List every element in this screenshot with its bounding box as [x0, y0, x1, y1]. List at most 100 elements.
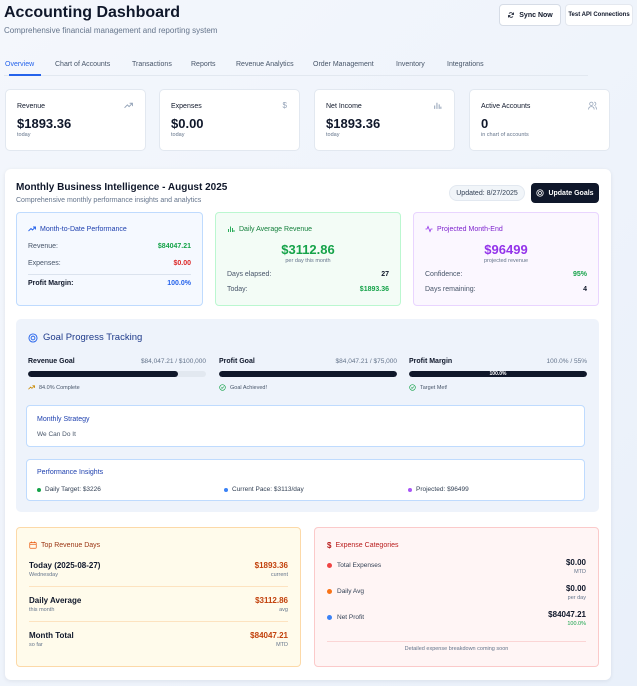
mtd-expenses-label: Expenses: — [28, 260, 61, 267]
tab-revenue-analytics[interactable]: Revenue Analytics — [236, 61, 294, 68]
expense-note: Detailed expense breakdown coming soon — [327, 641, 586, 652]
expense-unit: per day — [567, 595, 586, 601]
top-day-row: Today (2025-08-27) Wednesday $1893.36 cu… — [29, 561, 288, 585]
days-elapsed-row: Days elapsed: 27 — [227, 271, 389, 278]
goal-title-label: Goal Progress Tracking — [43, 332, 143, 343]
expense-title-label: Expense Categories — [335, 542, 399, 549]
dollar-icon: $ — [327, 541, 332, 550]
monthly-strategy-box: Monthly Strategy We Can Do It — [26, 405, 585, 447]
kpi-revenue: Revenue $1893.36 today — [5, 89, 146, 151]
bar-chart-icon — [228, 226, 235, 232]
activity-icon — [425, 225, 433, 233]
refresh-icon — [508, 12, 515, 18]
days-remaining-value: 4 — [583, 286, 587, 293]
daily-title: Daily Average Revenue — [227, 225, 312, 233]
expense-row: Net Profit $84047.21 100.0% — [327, 610, 586, 634]
goal-status: 84.0% Complete — [28, 384, 80, 391]
calendar-icon — [29, 541, 37, 549]
active-tab-indicator — [9, 74, 41, 76]
tab-reports[interactable]: Reports — [191, 61, 216, 68]
row-value: $1893.36 — [254, 561, 288, 570]
kpi-sub: today — [17, 132, 31, 138]
insight-text: Current Pace: $3113/day — [232, 486, 304, 493]
kpi-sub: today — [171, 132, 185, 138]
tab-transactions[interactable]: Transactions — [132, 61, 172, 68]
top-revenue-title: Top Revenue Days — [29, 541, 100, 549]
expense-unit: 100.0% — [567, 621, 586, 627]
expense-label-text: Total Expenses — [337, 562, 382, 569]
days-elapsed-label: Days elapsed: — [227, 271, 272, 278]
goal-status-label: Target Met! — [420, 384, 448, 391]
update-goals-button[interactable]: Update Goals — [531, 183, 599, 203]
mtd-margin-label: Profit Margin: — [28, 280, 74, 287]
bi-title: Monthly Business Intelligence - August 2… — [16, 182, 228, 193]
performance-insights-box: Performance Insights Daily Target: $3226… — [26, 459, 585, 501]
tab-overview[interactable]: Overview — [5, 61, 34, 68]
expense-title: $ Expense Categories — [327, 541, 399, 550]
trending-up-icon — [124, 101, 133, 112]
row-label: Daily Average — [29, 596, 82, 605]
page-header: Accounting Dashboard Comprehensive finan… — [4, 4, 633, 76]
row-unit: MTD — [276, 642, 288, 648]
progress-fill — [28, 371, 178, 377]
top-revenue-days-card: Top Revenue Days Today (2025-08-27) Wedn… — [16, 527, 301, 667]
projected-month-end-card: Projected Month-End $96499 projected rev… — [413, 212, 599, 306]
daily-title-label: Daily Average Revenue — [239, 225, 313, 233]
goal-status-label: 84.0% Complete — [39, 384, 80, 391]
kpi-value: $1893.36 — [326, 116, 381, 131]
target-icon — [536, 189, 545, 197]
mtd-margin-row: Profit Margin: 100.0% — [28, 280, 191, 287]
expense-categories-card: $ Expense Categories Total Expenses $0.0… — [314, 527, 599, 667]
bi-subtitle: Comprehensive monthly performance insigh… — [16, 197, 202, 204]
goal-title: Goal Progress Tracking — [28, 332, 142, 343]
tab-order-management[interactable]: Order Management — [313, 61, 374, 68]
mtd-title: Month-to-Date Performance — [28, 225, 127, 233]
today-value: $1893.36 — [359, 286, 389, 293]
goal-ratio: $84,047.21 / $75,000 — [335, 358, 397, 365]
kpi-label: Active Accounts — [481, 103, 531, 110]
daily-average-card: Daily Average Revenue $3112.86 per day t… — [215, 212, 401, 306]
divider — [29, 621, 288, 622]
progress-bar-text: 100.0% — [489, 371, 507, 377]
goal-status-label: Goal Achieved! — [230, 384, 267, 391]
tab-inventory[interactable]: Inventory — [396, 61, 425, 68]
expense-value: $0.00 — [565, 584, 586, 593]
tab-bar: Overview Chart of Accounts Transactions … — [4, 56, 588, 76]
tab-chart-of-accounts[interactable]: Chart of Accounts — [55, 61, 110, 68]
insights-title: Performance Insights — [37, 469, 104, 476]
tab-integrations[interactable]: Integrations — [447, 61, 484, 68]
kpi-value: $0.00 — [171, 116, 204, 131]
days-elapsed-value: 27 — [381, 271, 389, 278]
top-revenue-title-label: Top Revenue Days — [41, 541, 101, 549]
trending-up-icon — [28, 226, 36, 232]
page-subtitle: Comprehensive financial management and r… — [4, 26, 218, 35]
expense-row: Total Expenses $0.00 MTD — [327, 558, 586, 582]
row-unit: avg — [279, 607, 288, 613]
kpi-net-income: Net Income $1893.36 today — [314, 89, 455, 151]
kpi-value: $1893.36 — [17, 116, 72, 131]
today-row: Today: $1893.36 — [227, 286, 389, 293]
row-sub: this month — [29, 607, 55, 613]
expense-unit: MTD — [574, 569, 586, 575]
expense-label: Net Profit — [327, 614, 364, 621]
progress-fill — [219, 371, 397, 377]
users-icon — [588, 101, 597, 112]
insight-text: Projected: $96499 — [416, 486, 469, 493]
target-icon — [28, 332, 38, 343]
kpi-value: 0 — [481, 116, 489, 131]
dollar-icon: $ — [282, 101, 287, 110]
row-sub: Wednesday — [29, 572, 58, 578]
insight-daily-target: Daily Target: $3226 — [37, 486, 101, 493]
update-goals-label: Update Goals — [548, 189, 594, 197]
insight-projected: Projected: $96499 — [408, 486, 469, 493]
kpi-label: Revenue — [17, 103, 46, 110]
sync-now-button[interactable]: Sync Now — [499, 4, 561, 26]
mtd-margin-value: 100.0% — [167, 280, 191, 287]
page-title: Accounting Dashboard — [4, 4, 181, 21]
updated-badge: Updated: 8/27/2025 — [449, 185, 525, 201]
projected-caption: projected revenue — [483, 258, 529, 264]
divider — [28, 274, 191, 275]
strategy-text: We Can Do It — [37, 431, 76, 438]
test-api-button[interactable]: Test API Connections — [565, 4, 633, 26]
bar-chart-icon — [433, 101, 442, 112]
